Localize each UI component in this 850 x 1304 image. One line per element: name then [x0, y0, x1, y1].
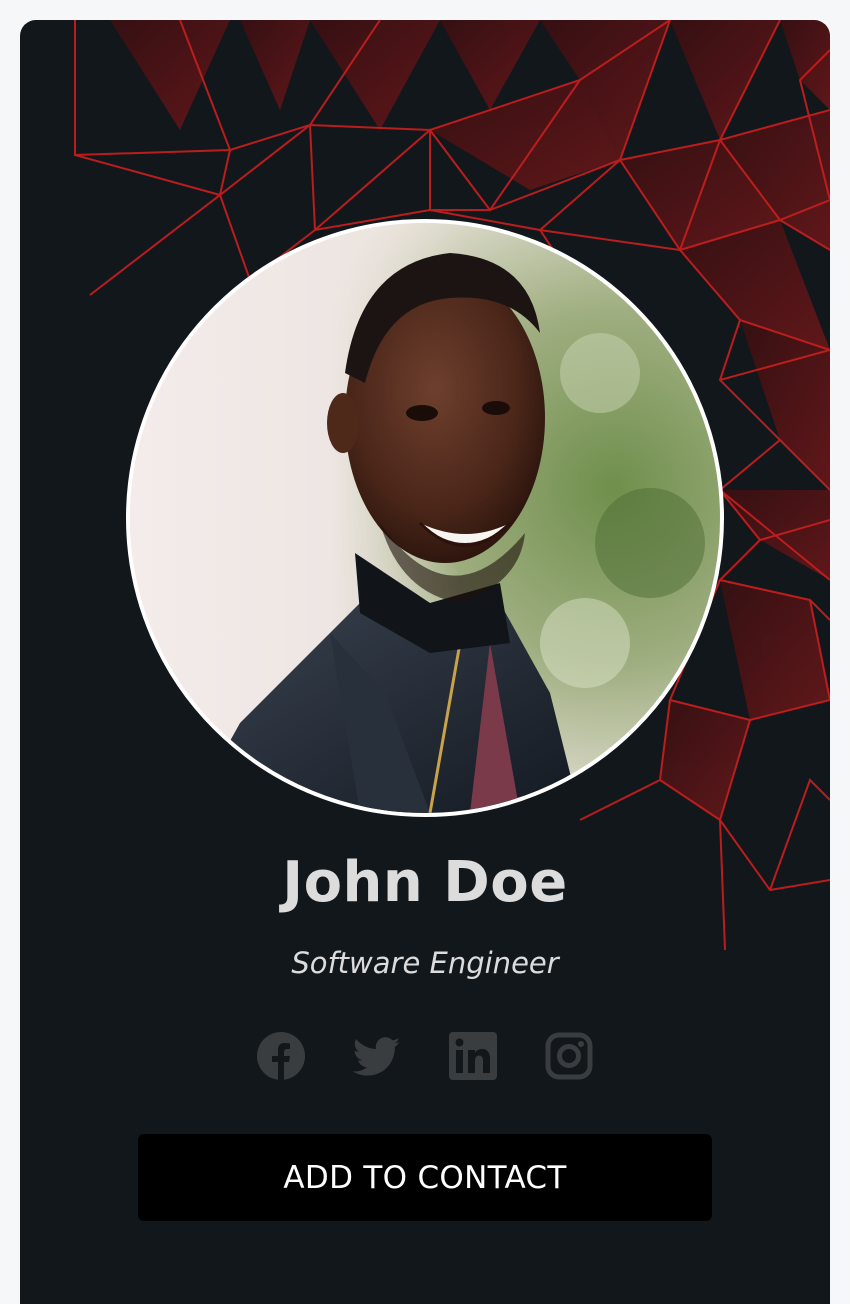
facebook-icon [257, 1032, 305, 1080]
instagram-icon [545, 1032, 593, 1080]
twitter-link[interactable] [352, 1031, 402, 1081]
profile-name: John Doe [282, 850, 568, 915]
linkedin-icon [449, 1032, 497, 1080]
add-to-contact-button[interactable]: ADD TO CONTACT [138, 1134, 712, 1221]
twitter-icon [353, 1037, 401, 1076]
profile-card: John Doe Software Engineer ADD TO CONTAC… [20, 20, 830, 1304]
linkedin-link[interactable] [448, 1031, 498, 1081]
profile-photo-illustration [130, 223, 720, 813]
facebook-link[interactable] [256, 1031, 306, 1081]
profile-title: Software Engineer [291, 946, 559, 980]
social-links [256, 1030, 594, 1082]
profile-avatar [126, 219, 724, 817]
instagram-link[interactable] [544, 1031, 594, 1081]
